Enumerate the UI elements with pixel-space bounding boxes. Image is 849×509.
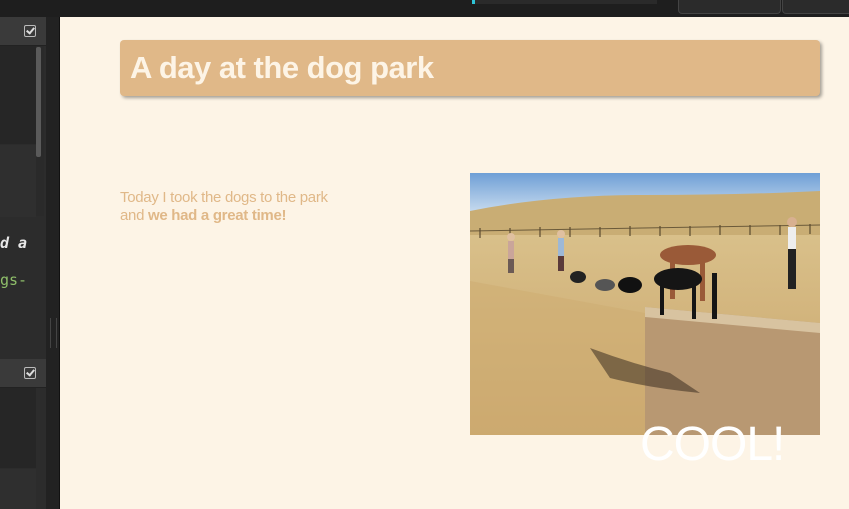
splitter-grip-icon[interactable] — [50, 318, 57, 348]
editor-pane[interactable] — [0, 388, 36, 468]
body-bold-text: we had a great time! — [148, 207, 287, 224]
toolbar-button[interactable] — [678, 0, 781, 14]
code-line[interactable]: gs- — [0, 271, 27, 289]
editor-pane[interactable] — [0, 145, 36, 217]
active-tab-indicator[interactable] — [472, 0, 657, 4]
panel-header — [0, 359, 46, 388]
code-line[interactable]: d a — [0, 234, 27, 252]
toolbar-button[interactable] — [782, 0, 849, 14]
checkbox-icon[interactable] — [24, 25, 36, 37]
body-paragraph: Today I took the dogs to the park and we… — [120, 189, 330, 225]
editor-panel: d a gs- — [0, 17, 46, 509]
editor-pane[interactable] — [0, 469, 36, 509]
photo-illustration — [470, 173, 820, 435]
photo-caption: COOL! — [640, 418, 785, 471]
dog-park-photo — [470, 173, 820, 435]
page-title-banner: A day at the dog park — [120, 40, 820, 96]
pane-splitter[interactable] — [46, 17, 60, 509]
editor-pane[interactable] — [0, 46, 36, 144]
top-toolbar — [0, 0, 849, 17]
panel-header — [0, 17, 46, 46]
checkbox-icon[interactable] — [24, 367, 36, 379]
scrollbar-thumb[interactable] — [36, 47, 41, 157]
page-title: A day at the dog park — [130, 50, 434, 85]
